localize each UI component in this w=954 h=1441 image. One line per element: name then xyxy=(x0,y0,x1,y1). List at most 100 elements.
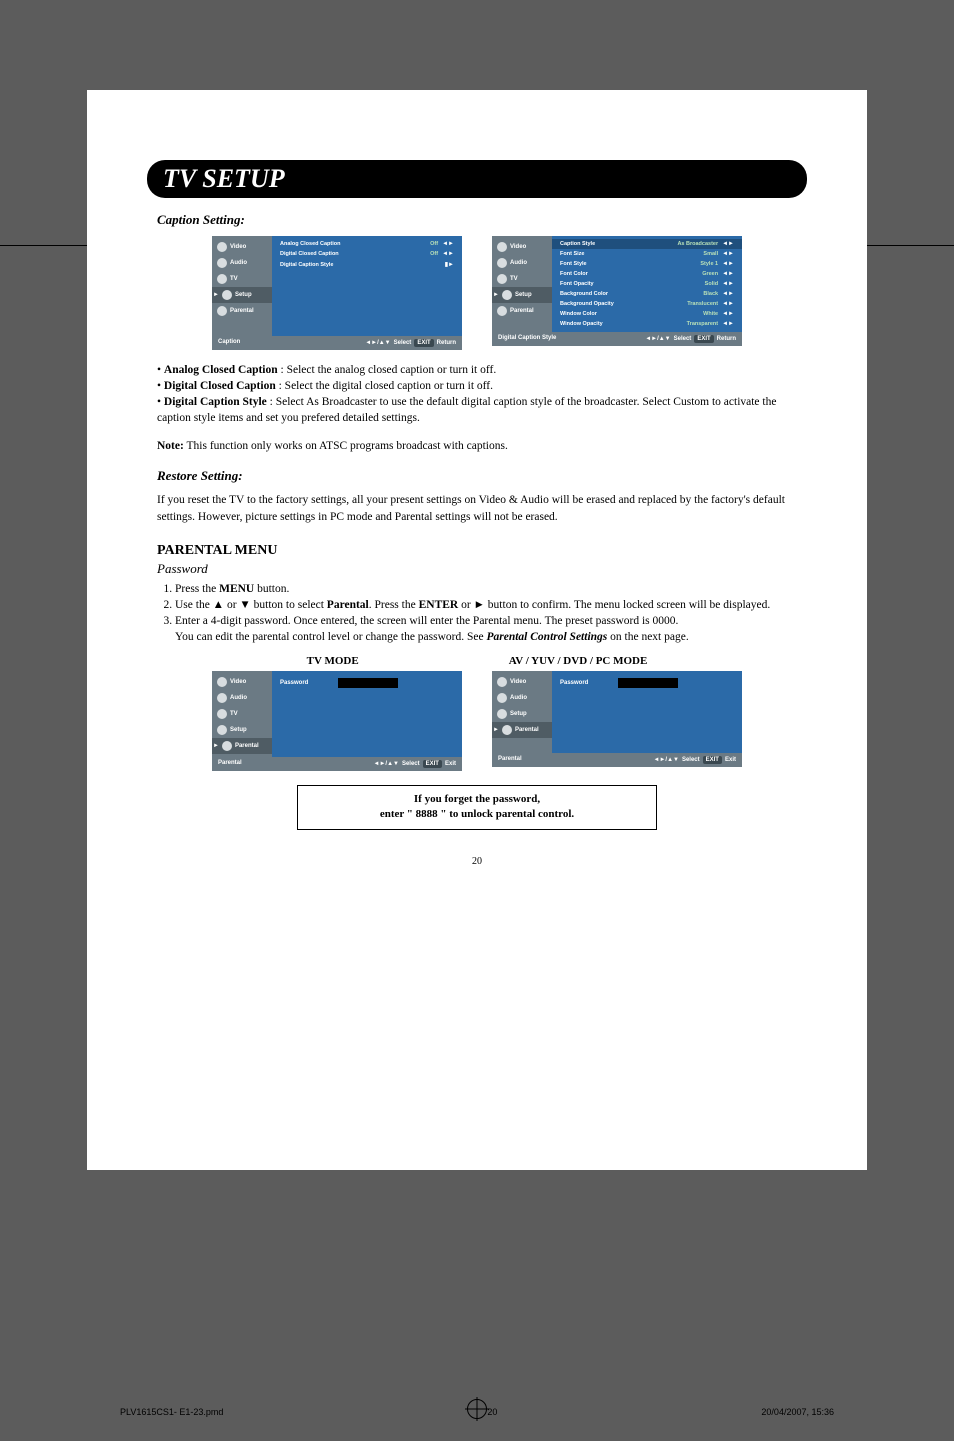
osd-footer-hint: Exit xyxy=(445,761,456,767)
osd-setting-row[interactable]: Caption StyleAs Broadcaster◄► xyxy=(552,239,742,249)
osd-footer-hint: Exit xyxy=(725,757,736,763)
menu-icon xyxy=(217,242,227,252)
osd-setting-row[interactable]: Font SizeSmall◄► xyxy=(552,249,742,259)
password-input[interactable] xyxy=(338,678,398,688)
osd-side-item[interactable]: Setup xyxy=(212,722,272,738)
menu-icon xyxy=(217,306,227,316)
caption-setting-heading: Caption Setting: xyxy=(157,212,807,228)
osd-setting-row[interactable]: Digital Caption Style▮► xyxy=(272,259,462,270)
page-number: 20 xyxy=(147,856,807,867)
osd-footer-hint: EXIT xyxy=(414,339,433,347)
digital-caption-style-osd: VideoAudioTV►SetupParental Caption Style… xyxy=(492,236,742,350)
menu-icon xyxy=(497,274,507,284)
caption-bullet: • Digital Caption Style : Select As Broa… xyxy=(157,394,797,426)
document-page: TV SETUP Caption Setting: VideoAudioTV►S… xyxy=(87,90,867,1170)
osd-side-item[interactable]: ►Parental xyxy=(492,722,552,738)
menu-icon xyxy=(497,709,507,719)
parental-osd-av: VideoAudioSetup►Parental Password Parent… xyxy=(492,671,742,771)
caption-bullet: • Analog Closed Caption : Select the ana… xyxy=(157,362,797,378)
mode-labels: TV MODE AV / YUV / DVD / PC MODE xyxy=(147,655,807,667)
note-label: Note: xyxy=(157,440,184,452)
menu-icon xyxy=(497,693,507,703)
av-mode-label: AV / YUV / DVD / PC MODE xyxy=(509,655,648,667)
menu-icon xyxy=(217,274,227,284)
osd-side-item[interactable]: Audio xyxy=(492,690,552,706)
password-hint-box: If you forget the password, enter " 8888… xyxy=(297,785,657,830)
osd-side-item[interactable]: Video xyxy=(212,674,272,690)
osd-side-item[interactable]: Video xyxy=(212,239,272,255)
osd-setting-row[interactable]: Analog Closed CaptionOff◄► xyxy=(272,239,462,249)
menu-icon xyxy=(222,741,232,751)
caption-osd: VideoAudioTV►SetupParental Analog Closed… xyxy=(212,236,462,350)
osd-footer-hint: ◄►/▲▼ xyxy=(654,757,679,763)
osd-side-item[interactable]: Audio xyxy=(212,255,272,271)
osd-setting-row[interactable]: Background OpacityTranslucent◄► xyxy=(552,299,742,309)
osd-setting-row[interactable]: Digital Closed CaptionOff◄► xyxy=(272,249,462,259)
osd-side-item[interactable]: TV xyxy=(492,271,552,287)
osd-footer-hint: ◄►/▲▼ xyxy=(365,340,390,346)
registration-mark-icon xyxy=(467,1399,487,1419)
osd-setting-row[interactable]: Window ColorWhite◄► xyxy=(552,309,742,319)
caption-bullet: • Digital Closed Caption : Select the di… xyxy=(157,378,797,394)
osd-side-item[interactable]: Video xyxy=(492,239,552,255)
osd-setting-row[interactable]: Window OpacityTransparent◄► xyxy=(552,319,742,329)
osd-side-item[interactable]: Video xyxy=(492,674,552,690)
hint-line1: If you forget the password, xyxy=(308,792,646,807)
password-label: Password xyxy=(560,680,588,686)
osd-setting-row[interactable]: Font OpacitySolid◄► xyxy=(552,279,742,289)
osd-side-item[interactable]: Setup xyxy=(492,706,552,722)
osd-side-item[interactable]: Audio xyxy=(492,255,552,271)
osd-footer-title: Digital Caption Style xyxy=(498,335,556,343)
osd-footer-hint: Return xyxy=(437,340,456,346)
osd-footer-hint: Select xyxy=(402,761,420,767)
menu-icon xyxy=(502,725,512,735)
osd-footer-hint: EXIT xyxy=(423,760,442,768)
osd-footer-hint: Return xyxy=(717,336,736,342)
osd-footer-title: Parental xyxy=(498,756,522,764)
osd-footer-hint: Select xyxy=(674,336,692,342)
osd-footer-hint: EXIT xyxy=(703,756,722,764)
restore-heading: Restore Setting: xyxy=(157,468,807,484)
parental-osd-tv: VideoAudioTVSetup►Parental Password Pare… xyxy=(212,671,462,771)
menu-icon xyxy=(217,677,227,687)
osd-side-item[interactable]: Parental xyxy=(492,303,552,319)
osd-footer-title: Parental xyxy=(218,760,242,768)
osd-footer-hint: Select xyxy=(394,340,412,346)
menu-icon xyxy=(217,725,227,735)
menu-icon xyxy=(217,258,227,268)
osd-side-item[interactable]: ►Setup xyxy=(212,287,272,303)
page-title: TV SETUP xyxy=(147,160,807,198)
osd-setting-row[interactable]: Font ColorGreen◄► xyxy=(552,269,742,279)
osd-footer-hint: Select xyxy=(682,757,700,763)
osd-footer-hint: EXIT xyxy=(694,335,713,343)
menu-icon xyxy=(497,258,507,268)
menu-icon xyxy=(217,693,227,703)
osd-footer-hint: ◄►/▲▼ xyxy=(374,761,399,767)
caption-bullets: • Analog Closed Caption : Select the ana… xyxy=(157,362,797,454)
parental-steps: Press the MENU button. Use the ▲ or ▼ bu… xyxy=(175,581,793,645)
osd-setting-row[interactable]: Background ColorBlack◄► xyxy=(552,289,742,299)
osd-side-item[interactable]: ►Parental xyxy=(212,738,272,754)
osd-side-item[interactable]: Parental xyxy=(212,303,272,319)
restore-text: If you reset the TV to the factory setti… xyxy=(157,492,797,524)
osd-side-item[interactable]: Audio xyxy=(212,690,272,706)
menu-icon xyxy=(502,290,512,300)
menu-icon xyxy=(222,290,232,300)
osd-side-item[interactable]: TV xyxy=(212,271,272,287)
hint-line2: enter " 8888 " to unlock parental contro… xyxy=(308,807,646,822)
osd-footer-title: Caption xyxy=(218,339,240,347)
password-subheading: Password xyxy=(157,561,807,577)
note-text: This function only works on ATSC program… xyxy=(184,440,508,452)
password-input[interactable] xyxy=(618,678,678,688)
footer-filename: PLV1615CS1- E1-23.pmd xyxy=(120,1407,223,1417)
osd-side-item[interactable]: TV xyxy=(212,706,272,722)
footer-date: 20/04/2007, 15:36 xyxy=(761,1407,834,1417)
parental-heading: PARENTAL MENU xyxy=(157,543,807,559)
caption-osd-row: VideoAudioTV►SetupParental Analog Closed… xyxy=(147,236,807,350)
menu-icon xyxy=(497,677,507,687)
osd-setting-row[interactable]: Font StyleStyle 1◄► xyxy=(552,259,742,269)
osd-side-item[interactable]: ►Setup xyxy=(492,287,552,303)
menu-icon xyxy=(497,242,507,252)
menu-icon xyxy=(217,709,227,719)
password-label: Password xyxy=(280,680,308,686)
